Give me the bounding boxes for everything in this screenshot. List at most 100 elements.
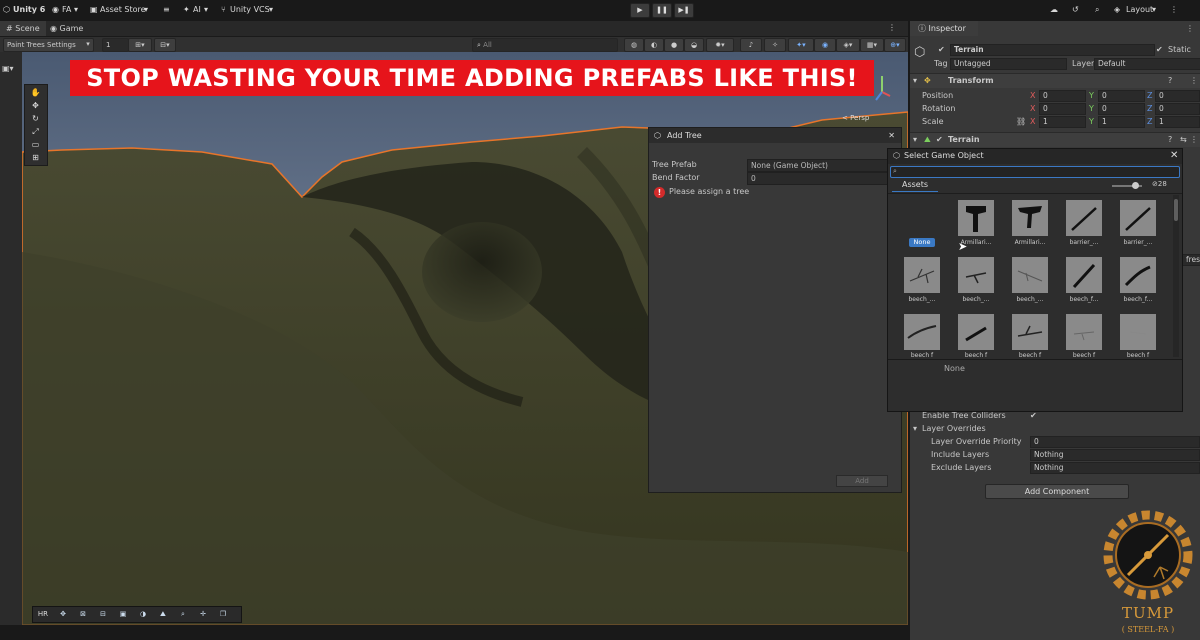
tab-game[interactable]: ◉ Game xyxy=(44,21,89,36)
object-name-field[interactable]: Terrain xyxy=(950,44,1155,56)
grid-snap-icon[interactable]: ⊞▾ xyxy=(128,38,152,52)
tree-prefab-field[interactable]: None (Game Object) xyxy=(747,159,896,172)
camera-icon[interactable]: ◈▾ xyxy=(836,38,860,52)
vcs-menu[interactable]: Unity VCS xyxy=(230,3,270,17)
snap-icon[interactable]: ⊟▾ xyxy=(154,38,176,52)
visibility-icon[interactable]: ◉ xyxy=(814,38,836,52)
step-button[interactable]: ▶❚ xyxy=(674,3,694,18)
asset-thumbnail[interactable] xyxy=(958,257,994,293)
asset-thumbnail[interactable] xyxy=(904,257,940,293)
layer-dropdown[interactable]: Default xyxy=(1094,58,1200,70)
terrain-header[interactable]: ▾ ⛰ ✔ Terrain ? ⇆ ⋮ xyxy=(910,132,1200,147)
account-menu[interactable]: FA xyxy=(62,3,71,17)
transform-tool-icon[interactable]: ⊞ xyxy=(28,152,43,163)
add-component-button[interactable]: Add Component xyxy=(985,484,1129,499)
position-y-field[interactable]: 0 xyxy=(1098,90,1145,102)
hr-button[interactable]: HR xyxy=(35,608,51,620)
scale-tool-icon[interactable]: ⤢ xyxy=(28,126,43,137)
asset-thumbnail[interactable] xyxy=(1120,200,1156,236)
asset-thumbnail[interactable] xyxy=(1066,257,1102,293)
audio-icon[interactable]: ♪ xyxy=(740,38,762,52)
menu-icon[interactable]: ≡ xyxy=(163,3,170,17)
help-icon[interactable]: ? xyxy=(1168,76,1172,85)
value-field[interactable]: 1 xyxy=(102,38,129,52)
asset-thumbnail[interactable] xyxy=(1120,257,1156,293)
rotation-z-field[interactable]: 0 xyxy=(1155,103,1200,115)
scrollbar-thumb[interactable] xyxy=(1174,199,1178,221)
layers-icon[interactable]: ❐ xyxy=(215,608,231,620)
rect-tool-icon[interactable]: ▭ xyxy=(28,139,43,150)
snap-icon[interactable]: ⊟ xyxy=(95,608,111,620)
enable-tree-colliders-checkbox[interactable]: ✔ xyxy=(1030,411,1037,420)
tree-icon[interactable]: ⛰ xyxy=(155,608,171,620)
crosshair-icon[interactable]: ✛ xyxy=(195,608,211,620)
paint-mode-dropdown[interactable]: Paint Trees Settings xyxy=(3,38,94,52)
none-item[interactable]: None xyxy=(909,238,935,247)
object-search-input[interactable]: ⌕ xyxy=(890,166,1180,178)
layout-menu[interactable]: Layout xyxy=(1126,3,1153,17)
layer-overrides-label[interactable]: Layer Overrides xyxy=(922,424,986,433)
active-checkbox[interactable]: ✔ xyxy=(938,45,945,54)
more-icon[interactable]: ⋮ xyxy=(1170,3,1178,17)
box-icon[interactable]: ▣ xyxy=(115,608,131,620)
history-icon[interactable]: ↺ xyxy=(1072,3,1079,17)
rotate-tool-icon[interactable]: ↻ xyxy=(28,113,43,124)
asset-thumbnail[interactable] xyxy=(1012,257,1048,293)
tab-inspector[interactable]: ⓘ Inspector xyxy=(910,21,978,36)
app-name[interactable]: Unity 6 xyxy=(13,3,45,17)
asset-thumbnail[interactable] xyxy=(958,200,994,236)
asset-thumbnail[interactable] xyxy=(1012,314,1048,350)
select-titlebar[interactable]: ⬡ Select Game Object ✕ xyxy=(888,149,1182,164)
foldout-icon[interactable]: ▾ xyxy=(913,424,917,433)
static-checkbox[interactable]: ✔ xyxy=(1156,45,1163,54)
refresh-button[interactable]: fresh xyxy=(1182,254,1200,266)
shaded-wireframe-icon[interactable]: ◐ xyxy=(644,38,664,52)
position-x-field[interactable]: 0 xyxy=(1039,90,1086,102)
move-tool-icon[interactable]: ✥ xyxy=(28,100,43,111)
ai-menu[interactable]: AI xyxy=(193,3,201,17)
shaded-icon[interactable]: ● xyxy=(664,38,684,52)
asset-thumbnail[interactable] xyxy=(1066,314,1102,350)
cloud-icon[interactable]: ☁ xyxy=(1050,3,1058,17)
pause-button[interactable]: ❚❚ xyxy=(652,3,672,18)
layers-icon[interactable]: ◈ xyxy=(1114,3,1120,17)
grid-icon[interactable]: ⊠ xyxy=(75,608,91,620)
scale-x-field[interactable]: 1 xyxy=(1039,116,1086,128)
render-mode-icon[interactable]: ◒ xyxy=(684,38,704,52)
search-icon[interactable]: ⌕ xyxy=(175,608,191,620)
search-icon[interactable]: ⌕ xyxy=(1095,3,1099,17)
fx-icon[interactable]: ✦▾ xyxy=(788,38,814,52)
asset-thumbnail[interactable] xyxy=(1066,200,1102,236)
play-button[interactable]: ▶ xyxy=(630,3,650,18)
more-icon[interactable]: ⋮ xyxy=(1190,76,1198,85)
asset-thumbnail[interactable] xyxy=(904,314,940,350)
rotation-y-field[interactable]: 0 xyxy=(1098,103,1145,115)
enabled-checkbox[interactable]: ✔ xyxy=(936,135,943,144)
unity-logo-icon[interactable]: ⬡ xyxy=(3,3,10,17)
more-icon[interactable]: ⋮ xyxy=(1190,135,1198,144)
hierarchy-search[interactable]: ⌕ All xyxy=(472,38,618,52)
effects-icon[interactable]: ✧ xyxy=(764,38,786,52)
add-tree-titlebar[interactable]: ⬡ Add Tree ✕ xyxy=(649,128,901,143)
scale-y-field[interactable]: 1 xyxy=(1098,116,1145,128)
globe-icon[interactable]: ⊕▾ xyxy=(884,38,906,52)
wireframe-icon[interactable]: ◍ xyxy=(624,38,644,52)
tag-dropdown[interactable]: Untagged xyxy=(950,58,1067,70)
scale-z-field[interactable]: 1 xyxy=(1155,116,1200,128)
slider-handle[interactable] xyxy=(1132,182,1139,189)
close-icon[interactable]: ✕ xyxy=(1170,150,1178,161)
more-icon[interactable]: ⋮ xyxy=(1186,24,1194,33)
help-icon[interactable]: ? xyxy=(1168,135,1172,144)
hand-tool-icon[interactable]: ✋ xyxy=(28,87,43,98)
more-icon[interactable]: ⋮ xyxy=(888,21,896,35)
rotation-x-field[interactable]: 0 xyxy=(1039,103,1086,115)
toolbar-toggle-icon[interactable]: ▣▾ xyxy=(2,64,14,73)
tab-scene[interactable]: # Scene xyxy=(0,21,46,36)
add-button[interactable]: Add xyxy=(836,475,888,487)
persp-label[interactable]: < Persp xyxy=(842,114,869,122)
link-icon[interactable]: ⛓ xyxy=(1016,117,1026,126)
priority-field[interactable]: 0 xyxy=(1030,436,1200,448)
position-z-field[interactable]: 0 xyxy=(1155,90,1200,102)
asset-thumbnail[interactable] xyxy=(1120,314,1156,350)
close-icon[interactable]: ✕ xyxy=(888,128,895,143)
